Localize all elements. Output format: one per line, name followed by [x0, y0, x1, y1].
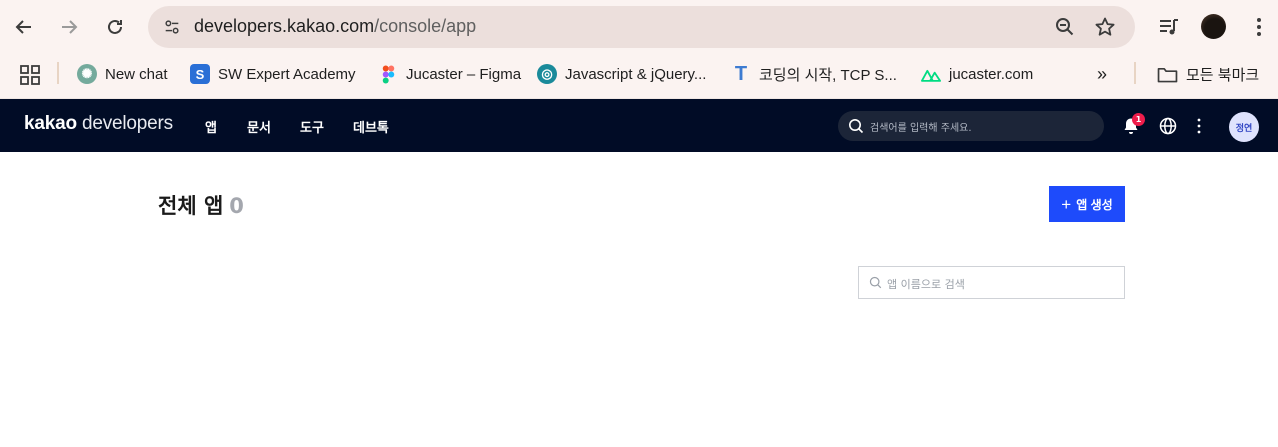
double-chevron-right-icon: » — [1097, 63, 1108, 84]
reload-icon — [108, 19, 122, 34]
nuxt-icon — [921, 64, 941, 84]
tcp-t-icon: T — [734, 62, 748, 85]
url-host: developers.kakao.com — [194, 16, 375, 36]
apps-grid-icon[interactable] — [19, 64, 41, 86]
media-queue-icon[interactable] — [1158, 16, 1180, 38]
site-info-button[interactable] — [158, 13, 186, 41]
browser-toolbar: developers.kakao.com/console/app — [0, 0, 1278, 54]
header-search-input[interactable]: 검색어를 입력해 주세요. — [838, 111, 1104, 141]
bookmark-javascript-jquery[interactable]: ◎ Javascript & jQuery... — [537, 60, 706, 88]
back-button[interactable] — [8, 11, 40, 43]
more-vert-icon[interactable] — [1248, 16, 1270, 38]
profile-avatar[interactable] — [1201, 14, 1226, 39]
arrow-right-icon — [62, 20, 78, 34]
app-count: 0 — [229, 194, 244, 218]
page-title: 전체 앱0 — [158, 190, 244, 220]
figma-icon — [378, 64, 398, 84]
reload-button[interactable] — [99, 11, 131, 43]
logo-bold: kakao — [24, 113, 77, 134]
bookmark-new-chat[interactable]: ✺ New chat — [77, 60, 168, 88]
all-bookmarks-folder[interactable]: 모든 북마크 — [1157, 60, 1259, 88]
nav-devtalk[interactable]: 데브톡 — [353, 117, 389, 136]
app-search-input[interactable]: 앱 이름으로 검색 — [858, 266, 1125, 299]
bookmark-label: New chat — [105, 65, 168, 83]
bookmark-sw-expert-academy[interactable]: S SW Expert Academy — [190, 60, 356, 88]
globe-icon[interactable] — [1158, 116, 1178, 136]
create-app-button[interactable]: + 앱 생성 — [1049, 186, 1125, 222]
swea-icon: S — [190, 64, 210, 84]
notification-badge: 1 — [1132, 113, 1145, 126]
arrow-left-icon — [15, 20, 31, 34]
bookmarks-overflow-button[interactable]: » — [1097, 60, 1107, 88]
bookmark-label: 코딩의 시작, TCP S... — [759, 66, 897, 84]
user-avatar[interactable]: 정연 — [1229, 112, 1259, 142]
bookmarks-divider — [57, 62, 59, 84]
nav-tools[interactable]: 도구 — [300, 117, 324, 136]
chatgpt-icon: ✺ — [77, 64, 97, 84]
url-text[interactable]: developers.kakao.com/console/app — [194, 16, 476, 37]
zoom-icon[interactable] — [1054, 16, 1076, 38]
search-icon — [869, 276, 882, 289]
kakao-header: kakao developers 앱 문서 도구 데브톡 검색어를 입력해 주세… — [0, 99, 1278, 152]
create-app-label: 앱 생성 — [1076, 197, 1113, 212]
address-bar[interactable]: developers.kakao.com/console/app — [148, 6, 1135, 48]
nav-apps[interactable]: 앱 — [205, 117, 217, 136]
bookmark-figma[interactable]: Jucaster – Figma — [378, 60, 521, 88]
header-search-placeholder: 검색어를 입력해 주세요. — [870, 123, 972, 134]
bookmarks-divider — [1134, 62, 1136, 84]
app-search-placeholder: 앱 이름으로 검색 — [887, 278, 965, 291]
search-icon — [849, 119, 864, 134]
more-vert-icon[interactable] — [1189, 116, 1209, 136]
globe-site-icon: ◎ — [537, 64, 557, 84]
bookmark-label: jucaster.com — [949, 65, 1034, 83]
kakao-developers-logo[interactable]: kakao developers — [24, 113, 173, 135]
bookmark-label: SW Expert Academy — [218, 65, 356, 83]
bookmark-label: Javascript & jQuery... — [565, 65, 707, 83]
bookmark-star-icon[interactable] — [1094, 16, 1116, 38]
tune-icon — [165, 20, 179, 34]
folder-label: 모든 북마크 — [1186, 66, 1260, 84]
logo-rest: developers — [76, 113, 173, 134]
page-title-text: 전체 앱 — [158, 194, 224, 218]
nav-docs[interactable]: 문서 — [247, 117, 271, 136]
folder-icon — [1157, 67, 1178, 82]
bookmark-label: Jucaster – Figma — [406, 65, 522, 83]
bookmark-tcp-school[interactable]: T 코딩의 시작, TCP S... — [731, 60, 897, 88]
bookmark-jucaster[interactable]: jucaster.com — [921, 60, 1033, 88]
forward-button[interactable] — [53, 11, 85, 43]
plus-icon: + — [1061, 194, 1072, 214]
url-path: /console/app — [374, 16, 477, 36]
